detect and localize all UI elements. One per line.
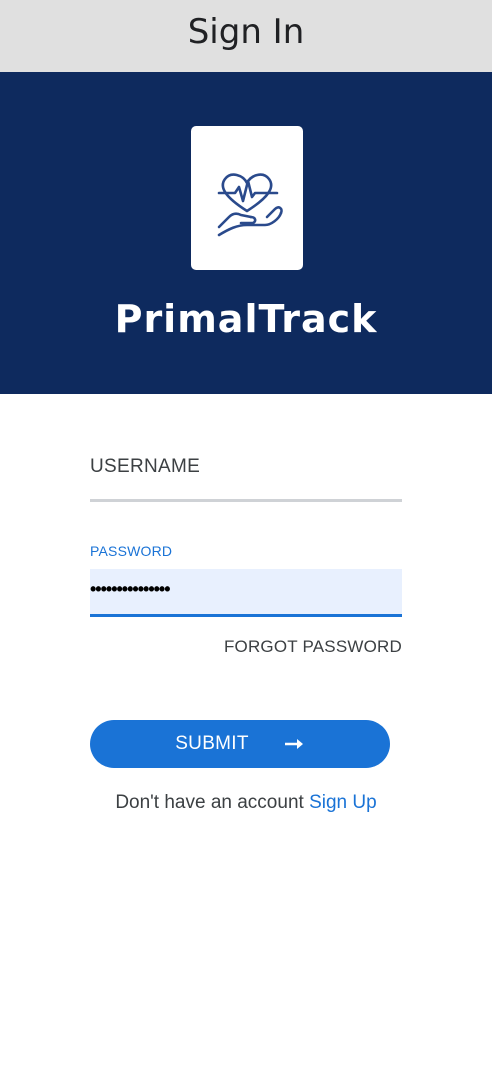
- forgot-password-link[interactable]: FORGOT PASSWORD: [224, 637, 402, 657]
- signup-prompt-row: Don't have an account Sign Up: [90, 792, 402, 814]
- top-app-bar: Sign In: [0, 0, 492, 72]
- arrow-right-icon: [284, 739, 303, 749]
- password-value: •••••••••••••••: [90, 579, 171, 599]
- signup-prompt: Don't have an account: [115, 792, 304, 813]
- heart-in-hand-icon: [217, 173, 283, 237]
- username-label: USERNAME: [90, 456, 201, 477]
- sign-in-screen: Sign In PrimalTrack USERNAME PASSWORD ••…: [0, 0, 492, 1065]
- username-field[interactable]: USERNAME: [90, 450, 402, 502]
- sign-up-link[interactable]: Sign Up: [309, 792, 377, 813]
- submit-label: SUBMIT: [175, 733, 249, 754]
- app-logo: [191, 126, 303, 270]
- brand-name: PrimalTrack: [114, 297, 378, 341]
- submit-button[interactable]: SUBMIT: [90, 720, 390, 768]
- password-field[interactable]: •••••••••••••••: [90, 569, 402, 617]
- brand-banner: PrimalTrack: [0, 72, 492, 394]
- password-label: PASSWORD: [90, 543, 173, 559]
- page-title: Sign In: [187, 12, 305, 52]
